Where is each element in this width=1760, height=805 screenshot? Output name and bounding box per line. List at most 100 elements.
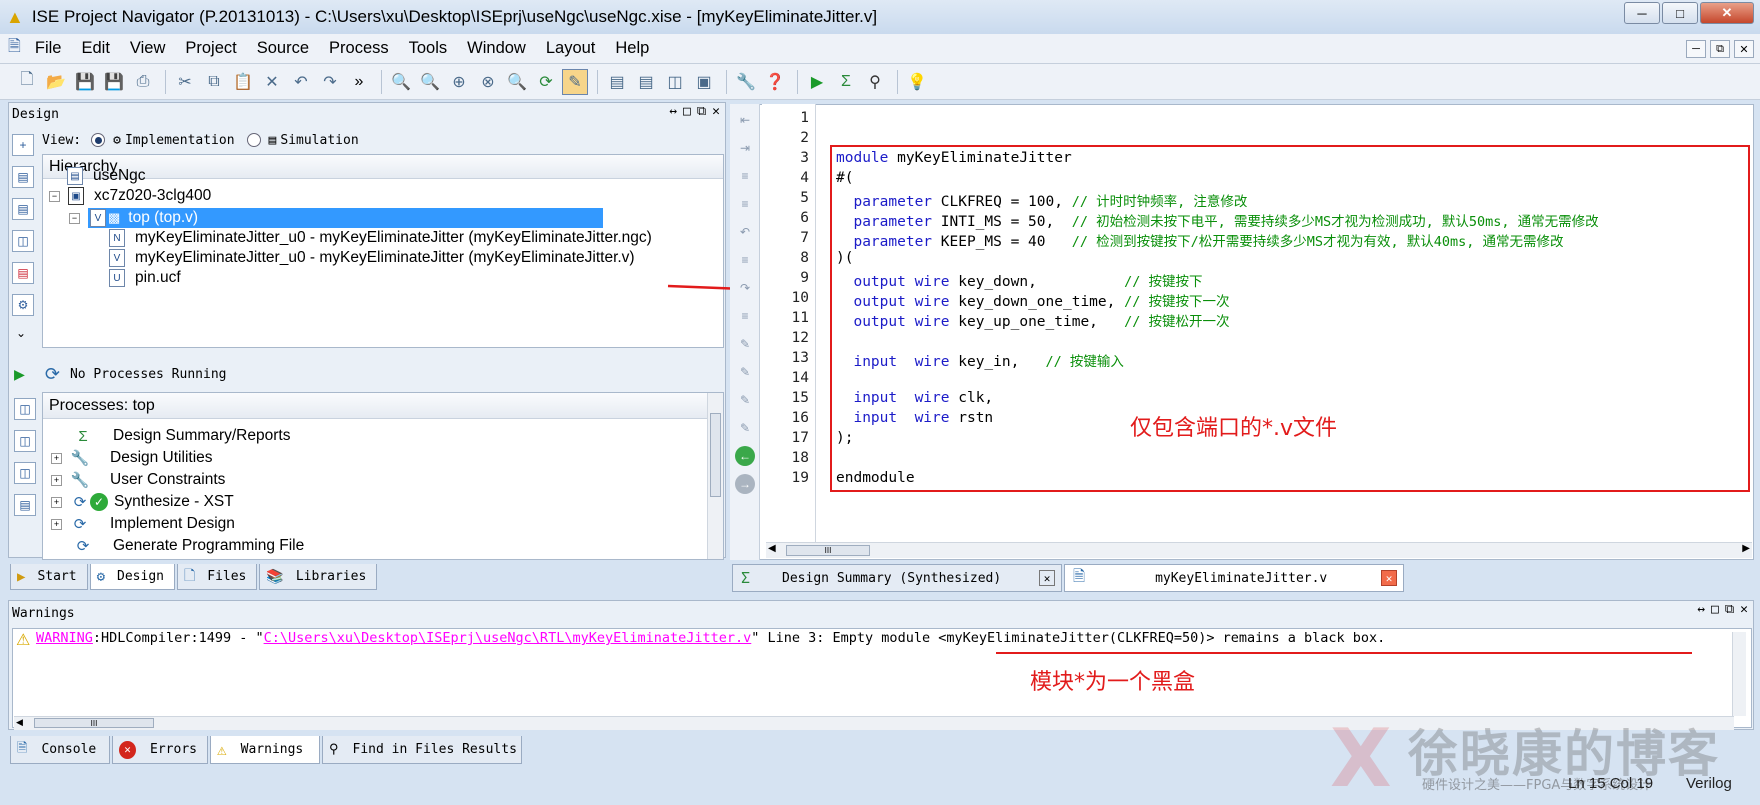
tab-files[interactable]: 🗋 Files: [176, 564, 258, 590]
tab-errors[interactable]: ✕ Errors: [112, 736, 208, 764]
process-collapse-icon[interactable]: ◫: [14, 462, 36, 484]
run-process-icon[interactable]: ▶: [14, 364, 25, 385]
brush-icon[interactable]: ✎: [562, 68, 588, 95]
tab-libraries[interactable]: 📚 Libraries: [259, 564, 378, 590]
help-pointer-icon[interactable]: ❓: [762, 69, 788, 95]
implementation-radio[interactable]: [91, 133, 106, 147]
menu-tools[interactable]: Tools: [399, 39, 458, 58]
simulation-label[interactable]: Simulation: [280, 133, 358, 148]
scroll-right-icon[interactable]: ▶: [1742, 543, 1750, 554]
tree-item-project[interactable]: ▤ useNgc: [67, 165, 146, 187]
expand-icon[interactable]: +: [51, 496, 62, 508]
run-icon[interactable]: ▶: [804, 69, 830, 95]
scrollbar-thumb[interactable]: III: [34, 718, 154, 728]
mdi-close-button[interactable]: ✕: [1734, 40, 1754, 58]
zoom-out-icon[interactable]: 🔍: [417, 69, 443, 95]
close-tab-icon[interactable]: ✕: [1039, 570, 1055, 586]
menu-layout[interactable]: Layout: [536, 39, 606, 58]
properties-icon[interactable]: ⚙: [12, 294, 34, 316]
tree-item-ngc[interactable]: N myKeyEliminateJitter_u0 - myKeyElimina…: [109, 227, 652, 249]
restore-icon[interactable]: ⧉: [697, 104, 706, 119]
minimize-button[interactable]: ─: [1624, 2, 1660, 24]
collapse-icon[interactable]: −: [49, 190, 60, 202]
warning-file-link[interactable]: C:\Users\xu\Desktop\ISEprj\useNgc\RTL\my…: [264, 630, 752, 646]
tab-design[interactable]: ⚙ Design: [89, 564, 175, 590]
tree-item-ucf[interactable]: U pin.ucf: [109, 267, 181, 289]
cut-icon[interactable]: ✂: [172, 69, 198, 95]
tree-item-verilog[interactable]: V myKeyEliminateJitter_u0 - myKeyElimina…: [109, 247, 635, 269]
menu-process[interactable]: Process: [319, 39, 399, 58]
tab-verilog-file[interactable]: 🗎 myKeyEliminateJitter.v ✕: [1064, 564, 1404, 592]
zoom-area-icon[interactable]: ⊗: [475, 69, 501, 95]
sigma-icon[interactable]: Σ: [833, 69, 859, 95]
maximize-icon[interactable]: □: [1711, 602, 1719, 617]
process-properties-icon[interactable]: ▤: [14, 494, 36, 516]
uncomment-icon[interactable]: ≡: [735, 194, 755, 214]
simulation-radio[interactable]: [246, 133, 261, 147]
menu-edit[interactable]: Edit: [71, 39, 119, 58]
menu-project[interactable]: Project: [175, 39, 246, 58]
process-item[interactable]: Σ Design Summary/Reports: [73, 425, 290, 447]
remove-source-icon[interactable]: ▤: [12, 262, 34, 284]
tab-warnings[interactable]: ⚠ Warnings: [210, 736, 320, 764]
undo-edit-icon[interactable]: ↶: [735, 222, 755, 242]
delete-icon[interactable]: ✕: [259, 69, 285, 95]
indent-icon[interactable]: ⇤: [735, 110, 755, 130]
bookmark-next-icon[interactable]: ✎: [735, 362, 755, 382]
tab-design-summary[interactable]: Σ Design Summary (Synthesized) ✕: [732, 564, 1062, 592]
add-source-icon[interactable]: +: [12, 134, 34, 156]
process-item[interactable]: + 🔧 Design Utilities: [51, 447, 213, 469]
save-all-icon[interactable]: 💾: [101, 69, 127, 95]
restore-icon[interactable]: ⧉: [1725, 602, 1734, 617]
tab-start[interactable]: ▶ Start: [10, 564, 88, 590]
telescope-icon[interactable]: ⚲: [862, 69, 888, 95]
menu-file[interactable]: File: [25, 39, 72, 58]
add-copy-source-icon[interactable]: ▤: [12, 166, 34, 188]
expand-icon[interactable]: +: [51, 518, 62, 530]
close-tab-icon[interactable]: ✕: [1381, 570, 1397, 586]
redo-icon[interactable]: ↷: [317, 69, 343, 95]
new-file-icon[interactable]: 🗋: [14, 69, 40, 95]
selected-row[interactable]: V ▩ top (top.v): [88, 208, 603, 228]
paste-icon[interactable]: 📋: [230, 69, 256, 95]
menu-window[interactable]: Window: [457, 39, 536, 58]
undo-icon[interactable]: ↶: [288, 69, 314, 95]
mdi-minimize-button[interactable]: ─: [1686, 40, 1706, 58]
print-icon[interactable]: ⎙: [130, 69, 156, 95]
overflow-icon[interactable]: »: [346, 69, 372, 95]
comment-icon[interactable]: ≡: [735, 166, 755, 186]
outdent-icon[interactable]: ⇥: [735, 138, 755, 158]
zoom-in-icon[interactable]: 🔍: [388, 69, 414, 95]
scrollbar-thumb[interactable]: [710, 413, 721, 497]
expand-icon[interactable]: +: [51, 452, 62, 464]
process-item[interactable]: + 🔧 User Constraints: [51, 469, 225, 491]
bookmark-toggle-icon[interactable]: ✎: [735, 334, 755, 354]
new-source-icon[interactable]: ▤: [12, 198, 34, 220]
scroll-left-icon[interactable]: ◀: [768, 543, 776, 554]
tab-find-in-files[interactable]: ⚲ Find in Files Results: [322, 736, 522, 764]
processes-scrollbar[interactable]: [707, 393, 723, 559]
bookmark-clear-icon[interactable]: ✎: [735, 418, 755, 438]
tree-item-top[interactable]: − V ▩ top (top.v): [69, 207, 603, 229]
go-back-icon[interactable]: ←: [735, 446, 755, 466]
tab-console[interactable]: 🗎 Console: [10, 736, 110, 764]
warning-link[interactable]: WARNING: [36, 630, 93, 646]
scrollbar-thumb[interactable]: III: [786, 545, 870, 556]
menu-help[interactable]: Help: [605, 39, 659, 58]
maximize-button[interactable]: □: [1662, 2, 1698, 24]
format-icon[interactable]: ≡: [735, 306, 755, 326]
editor-hscrollbar[interactable]: ◀ III ▶: [766, 542, 1752, 558]
open-folder-icon[interactable]: 📂: [43, 69, 69, 95]
expand-more-icon[interactable]: ⌄: [16, 326, 38, 340]
process-tree-icon[interactable]: ◫: [14, 398, 36, 420]
wrench-icon[interactable]: 🔧: [733, 69, 759, 95]
implementation-label[interactable]: Implementation: [125, 133, 235, 148]
redo-edit-icon[interactable]: ↷: [735, 278, 755, 298]
close-button[interactable]: ✕: [1700, 2, 1754, 24]
warning-message[interactable]: WARNING:HDLCompiler:1499 - "C:\Users\xu\…: [36, 630, 1385, 646]
process-item[interactable]: ⟳ Generate Programming File: [73, 535, 305, 557]
collapse-icon[interactable]: −: [69, 212, 80, 224]
menu-source[interactable]: Source: [247, 39, 319, 58]
expand-icon[interactable]: +: [51, 474, 62, 486]
menu-view[interactable]: View: [120, 39, 175, 58]
